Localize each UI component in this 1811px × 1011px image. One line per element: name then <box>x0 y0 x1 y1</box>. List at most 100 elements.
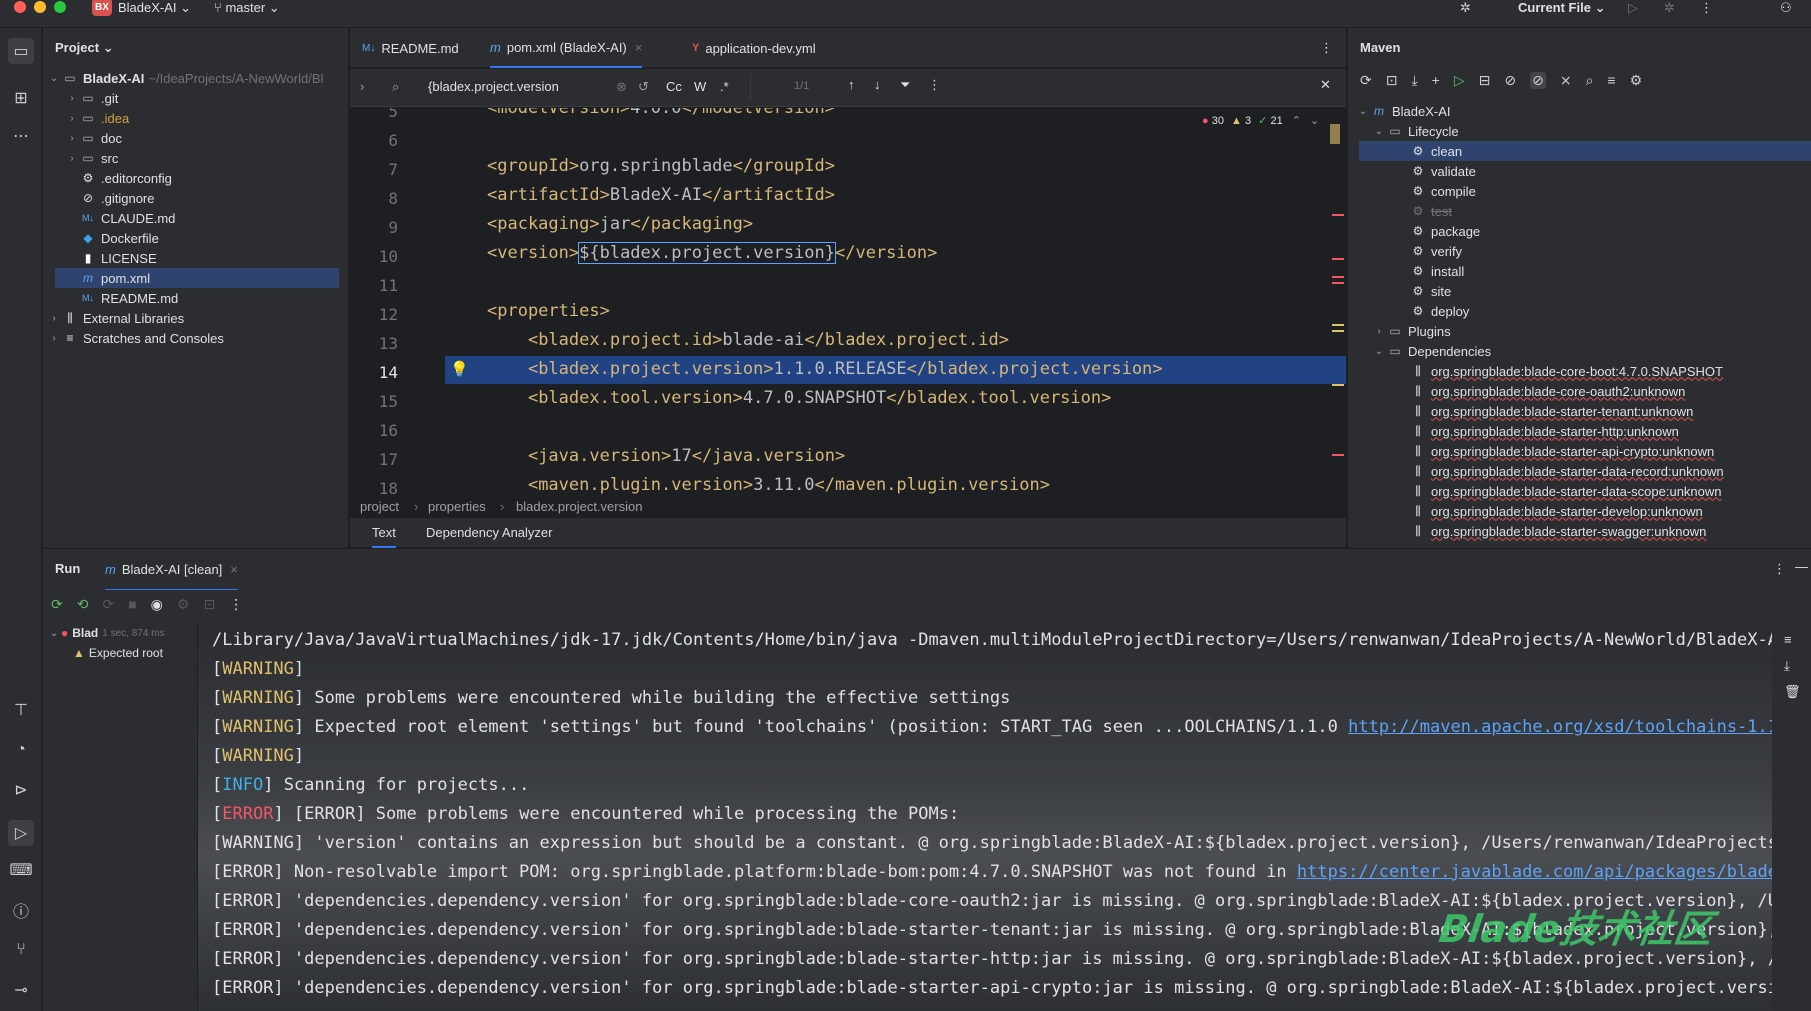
dependency-item[interactable]: ⫼ org.springblade:blade-starter-api-crypt… <box>1409 441 1714 461</box>
user-icon[interactable]: ⚇ <box>1780 0 1792 16</box>
project-tool-icon[interactable]: ▭ <box>8 38 34 64</box>
tab-dependency-analyzer[interactable]: Dependency Analyzer <box>426 525 552 540</box>
more-icon[interactable]: ⋮ <box>1700 0 1713 16</box>
close-icon[interactable]: × <box>635 40 643 55</box>
more-tools-icon[interactable]: ⋯ <box>11 126 31 146</box>
tree-item-idea[interactable]: › ▭ .idea <box>65 108 129 128</box>
reload-icon[interactable]: ⟳ <box>1360 72 1372 89</box>
project-badge[interactable]: BX <box>92 0 112 16</box>
commit-icon[interactable]: ⊸ <box>11 980 31 1000</box>
dependency-item[interactable]: ⫼ org.springblade:blade-core-oauth2:unkno… <box>1409 381 1685 401</box>
chevron-up-icon[interactable]: ⌃ <box>1292 115 1301 127</box>
lifecycle-verify[interactable]: ⚙ verify <box>1409 241 1462 261</box>
maven-lifecycle[interactable]: ⌄ ▭ Lifecycle <box>1372 121 1459 141</box>
lifecycle-compile[interactable]: ⚙ compile <box>1409 181 1476 201</box>
dependency-item[interactable]: ⫼ org.springblade:blade-starter-data-scop… <box>1409 481 1721 501</box>
collapse-all-icon[interactable]: ≡ <box>1607 72 1615 89</box>
scroll-to-end-icon[interactable]: ⤓ <box>1784 658 1790 674</box>
structure-tool-icon[interactable]: ⊞ <box>11 88 31 108</box>
zoom-window-button[interactable] <box>54 1 66 13</box>
lifecycle-clean[interactable]: ⚙ clean <box>1359 141 1811 161</box>
tree-root[interactable]: ⌄ ▭ BladeX-AI ~/IdeaProjects/A-NewWorld/… <box>47 68 324 88</box>
intention-bulb-icon[interactable]: 💡 <box>450 360 469 378</box>
maven-root[interactable]: ⌄ m BladeX-AI <box>1356 101 1451 121</box>
regex-toggle[interactable]: .* <box>720 79 729 94</box>
tab-more-icon[interactable]: ⋮ <box>1320 28 1333 68</box>
tab-pom-xml[interactable]: m pom.xml (BladeX-AI) × <box>490 28 643 68</box>
previous-match-icon[interactable]: ↑ <box>848 77 855 92</box>
tree-item-external-libraries[interactable]: › ⫼ External Libraries <box>47 308 184 328</box>
project-switcher[interactable]: BladeX-AI ⌄ <box>118 0 191 16</box>
lifecycle-site[interactable]: ⚙ site <box>1409 281 1452 301</box>
tab-readme[interactable]: M↓ README.md <box>362 28 459 68</box>
lifecycle-test[interactable]: ⚙ test <box>1409 201 1452 221</box>
breadcrumb-item[interactable]: project <box>360 499 399 514</box>
run-maven-icon[interactable]: ▷ <box>1454 72 1465 89</box>
code-editor[interactable]: 💡 ● 30 ▲ 3 ✓ 21 ⌃ ⌄ 5 <modelVersion>4.0.0… <box>350 108 1346 496</box>
close-icon[interactable]: × <box>230 562 238 577</box>
more-icon[interactable]: ⋮ <box>1773 561 1786 577</box>
console-link[interactable]: http://maven.apache.org/xsd/toolchains-1… <box>1348 717 1772 737</box>
tab-text[interactable]: Text <box>372 525 396 548</box>
breadcrumb-item[interactable]: properties <box>428 499 486 514</box>
maven-dependencies[interactable]: ⌄ ▭ Dependencies <box>1372 341 1491 361</box>
tree-item-claude-md[interactable]: M↓ CLAUDE.md <box>79 208 175 228</box>
profiler-icon[interactable]: ◔ <box>11 740 31 760</box>
tab-application-dev-yml[interactable]: Yapplication-dev.yml <box>692 28 816 68</box>
run-tree-root[interactable]: ⌄ ● Blad 1 sec, 874 ms <box>47 626 165 640</box>
tab-run-config[interactable]: m BladeX-AI [clean] × <box>105 549 238 591</box>
dependency-item[interactable]: ⫼ org.springblade:blade-starter-swagger:u… <box>1409 521 1706 541</box>
more-options-icon[interactable]: ⋮ <box>928 77 941 93</box>
clear-search-icon[interactable]: ⊗ <box>616 79 627 95</box>
tree-item-git[interactable]: › ▭ .git <box>65 88 118 108</box>
tree-item-gitignore[interactable]: ⊘ .gitignore <box>79 188 155 208</box>
search-icon[interactable]: ⌕ <box>392 79 399 95</box>
soft-wrap-icon[interactable]: ≡ <box>1784 632 1792 647</box>
project-panel-title[interactable]: Project ⌄ <box>55 40 114 56</box>
tree-item-scratches[interactable]: › ≡ Scratches and Consoles <box>47 328 224 348</box>
git-icon[interactable]: ⑂ <box>11 940 31 960</box>
tree-item-dockerfile[interactable]: ◆ Dockerfile <box>79 228 158 248</box>
bug-icon[interactable]: ✲ <box>1460 0 1471 16</box>
build-tool-icon[interactable]: ⊤ <box>11 700 31 720</box>
tree-item-doc[interactable]: › ▭ doc <box>65 128 122 148</box>
whole-word-toggle[interactable]: W <box>694 79 706 94</box>
tree-item-editorconfig[interactable]: ⚙ .editorconfig <box>79 168 172 188</box>
console-output[interactable]: /Library/Java/JavaVirtualMachines/jdk-17… <box>198 622 1772 1011</box>
export-icon[interactable]: ⊡ <box>203 596 215 613</box>
close-find-icon[interactable]: ✕ <box>1320 77 1331 93</box>
lifecycle-install[interactable]: ⚙ install <box>1409 261 1465 281</box>
add-icon[interactable]: + <box>1432 72 1440 89</box>
dependency-item[interactable]: ⫼ org.springblade:blade-starter-data-reco… <box>1409 461 1723 481</box>
generate-sources-icon[interactable]: ⊡ <box>1386 72 1398 89</box>
breadcrumb-item[interactable]: bladex.project.version <box>516 499 642 514</box>
more-icon[interactable]: ⋮ <box>229 596 243 613</box>
show-dependencies-icon[interactable]: ⌕ <box>1586 72 1594 89</box>
next-match-icon[interactable]: ↓ <box>874 77 881 92</box>
dependency-item[interactable]: ⫼ org.springblade:blade-starter-tenant:un… <box>1409 401 1693 421</box>
collapse-icon[interactable]: ⨯ <box>1560 72 1572 89</box>
lifecycle-validate[interactable]: ⚙ validate <box>1409 161 1476 181</box>
stop-icon[interactable]: ■ <box>128 596 136 613</box>
run-tree-child[interactable]: ▲ Expected root <box>73 646 163 660</box>
services-icon[interactable]: ⊳ <box>11 780 31 800</box>
rerun-icon[interactable]: ⟳ <box>51 596 63 613</box>
execute-goal-icon[interactable]: ⊟ <box>1479 72 1491 89</box>
problems-icon[interactable]: ⓘ <box>11 900 31 921</box>
run-tool-icon[interactable]: ▷ <box>8 820 34 846</box>
maven-plugins[interactable]: › ▭ Plugins <box>1372 321 1450 341</box>
toggle-icon[interactable]: ⟳ <box>102 596 114 613</box>
tree-item-readme-md[interactable]: M↓ README.md <box>79 288 178 308</box>
dependency-item[interactable]: ⫼ org.springblade:blade-starter-develop:u… <box>1409 501 1703 521</box>
chevron-down-icon[interactable]: ⌄ <box>1310 115 1319 127</box>
skip-tests-icon[interactable]: ⊘ <box>1530 72 1546 89</box>
find-input[interactable]: {bladex.project.version <box>428 79 608 94</box>
settings-icon[interactable]: ⚙ <box>1630 72 1643 89</box>
filter-icon[interactable]: ⏷ <box>900 77 910 93</box>
download-icon[interactable]: ⤓ <box>1411 72 1417 89</box>
expand-replace-icon[interactable]: › <box>360 79 364 94</box>
minimize-panel-icon[interactable]: — <box>1795 559 1808 574</box>
offline-icon[interactable]: ⊘ <box>1504 72 1516 89</box>
trash-icon[interactable]: 🗑 <box>1784 684 1801 700</box>
dependency-item[interactable]: ⫼ org.springblade:blade-starter-http:unkn… <box>1409 421 1679 441</box>
